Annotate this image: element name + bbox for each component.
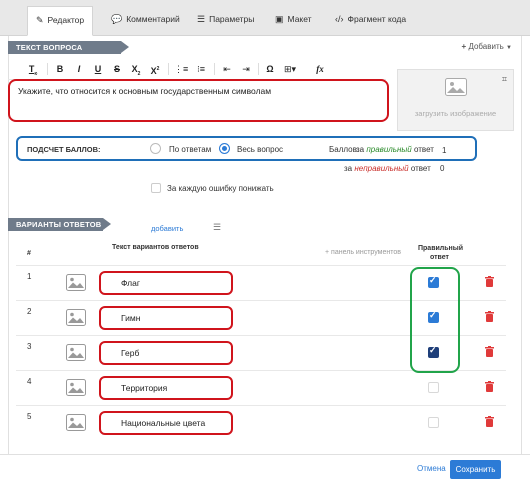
toolbar-toggle-link[interactable]: + панель инструментов (325, 249, 401, 256)
crop-icon[interactable]: ⌗ (502, 74, 507, 85)
incorrect-points-input[interactable]: 0 (440, 164, 456, 175)
add-dropdown[interactable]: + Добавить ▼ (462, 42, 512, 51)
comment-icon: 💬 (111, 14, 123, 24)
code-icon: ‹/› (335, 14, 344, 24)
cancel-button[interactable]: Отмена (417, 464, 446, 473)
bold-icon[interactable]: B (53, 62, 67, 76)
radio-whole-question[interactable] (219, 143, 230, 154)
indent-icon[interactable]: ⇥ (239, 62, 253, 76)
correct-answers-highlight (410, 267, 460, 373)
image-icon[interactable] (66, 344, 86, 361)
trash-icon[interactable] (485, 346, 494, 357)
plus-icon: + (461, 42, 467, 51)
toolbar-divider (47, 63, 48, 75)
sliders-icon: ☰ (197, 14, 206, 24)
italic-icon[interactable]: I (72, 62, 86, 76)
answer-number: 2 (27, 307, 32, 316)
answer-text-field[interactable]: Национальные цвета (99, 411, 233, 435)
answer-number: 5 (27, 412, 32, 421)
caret-down-icon: ▼ (506, 45, 512, 51)
scoring-row: ПОДСЧЕТ БАЛЛОВ: По ответам Весь вопрос Б… (16, 136, 477, 161)
column-number: # (27, 250, 31, 257)
ordered-list-icon[interactable]: ⋮≡ (174, 62, 188, 76)
tab-layout[interactable]: ▣ Макет (267, 6, 320, 36)
answer-number: 4 (27, 377, 32, 386)
subscript-icon[interactable]: X2 (129, 62, 143, 77)
edit-icon: ✎ (36, 15, 44, 25)
outdent-icon[interactable]: ⇤ (220, 62, 234, 76)
footer-bar: Отмена Сохранить (0, 454, 530, 484)
image-icon[interactable] (66, 414, 86, 431)
radio-whole-question-label: Весь вопрос (237, 145, 284, 154)
toolbar-divider (258, 63, 259, 75)
incorrect-points-caption: за неправильный ответ (344, 164, 431, 173)
upload-image-label: загрузить изображение (414, 109, 497, 118)
image-icon[interactable] (66, 309, 86, 326)
radio-by-answers-label: По ответам (169, 145, 212, 154)
trash-icon[interactable] (485, 276, 494, 287)
correct-answer-checkbox[interactable] (428, 382, 439, 393)
answer-text-field[interactable]: Гимн (99, 306, 233, 330)
column-correct-2: ответ (430, 254, 449, 261)
tab-code-fragment[interactable]: ‹/› Фрагмент кода (327, 6, 414, 36)
penalty-label: За каждую ошибку понижать (167, 184, 274, 193)
rich-text-toolbar: Tx B I U S X2 X2 ⋮≡ ⁝≡ ⇤ ⇥ Ω ⊞▾ fx (8, 60, 386, 80)
answer-number: 1 (27, 272, 32, 281)
toolbar-divider (214, 63, 215, 75)
column-correct-1: Правильный (418, 245, 464, 252)
trash-icon[interactable] (485, 381, 494, 392)
strikethrough-icon[interactable]: S (110, 62, 124, 76)
tab-editor[interactable]: ✎ Редактор (27, 6, 94, 36)
unordered-list-icon[interactable]: ⁝≡ (194, 62, 208, 76)
toolbar-divider (168, 63, 169, 75)
image-upload-area[interactable]: ⌗ загрузить изображение (397, 69, 514, 131)
correct-points-caption: за правильный ответ (356, 145, 434, 154)
answer-text-field[interactable]: Герб (99, 341, 233, 365)
answer-text-field[interactable]: Флаг (99, 271, 233, 295)
add-answer-link[interactable]: добавить (151, 224, 183, 233)
underline-icon[interactable]: U (91, 62, 105, 76)
table-icon[interactable]: ⊞▾ (283, 62, 297, 76)
answer-text-field[interactable]: Территория (99, 376, 233, 400)
penalty-checkbox[interactable] (151, 183, 161, 193)
trash-icon[interactable] (485, 311, 494, 322)
scoring-label: ПОДСЧЕТ БАЛЛОВ: (27, 145, 101, 154)
answer-number: 3 (27, 342, 32, 351)
answer-row: 5 Национальные цвета (16, 405, 506, 440)
image-icon[interactable] (66, 379, 86, 396)
image-icon (445, 78, 467, 96)
correct-points-input[interactable]: 1 (442, 146, 458, 157)
image-icon[interactable] (66, 274, 86, 291)
answers-section-title: ВАРИАНТЫ ОТВЕТОВ (8, 218, 111, 231)
question-text-field[interactable]: Укажите, что относится к основным госуда… (8, 79, 389, 122)
superscript-icon[interactable]: X2 (148, 62, 162, 76)
correct-answer-checkbox[interactable] (428, 417, 439, 428)
save-button[interactable]: Сохранить (450, 460, 501, 479)
column-answer-text: Текст вариантов ответов (112, 244, 199, 251)
radio-by-answers[interactable] (150, 143, 161, 154)
list-icon[interactable]: ☰ (213, 222, 221, 233)
answer-row: 4 Территория (16, 370, 506, 405)
tab-parameters[interactable]: ☰ Параметры (189, 6, 262, 36)
tab-comment[interactable]: 💬 Комментарий (103, 6, 188, 36)
editor-tab-bar: ✎ Редактор 💬 Комментарий ☰ Параметры ▣ Макет… (0, 0, 530, 36)
clear-format-icon[interactable]: Tx (26, 62, 40, 77)
points-label: Баллов: (329, 145, 360, 154)
formula-icon[interactable]: fx (313, 62, 327, 76)
special-char-icon[interactable]: Ω (263, 62, 277, 76)
save-icon: ▣ (275, 14, 284, 24)
question-section-title: ТЕКСТ ВОПРОСА (8, 41, 129, 54)
trash-icon[interactable] (485, 416, 494, 427)
